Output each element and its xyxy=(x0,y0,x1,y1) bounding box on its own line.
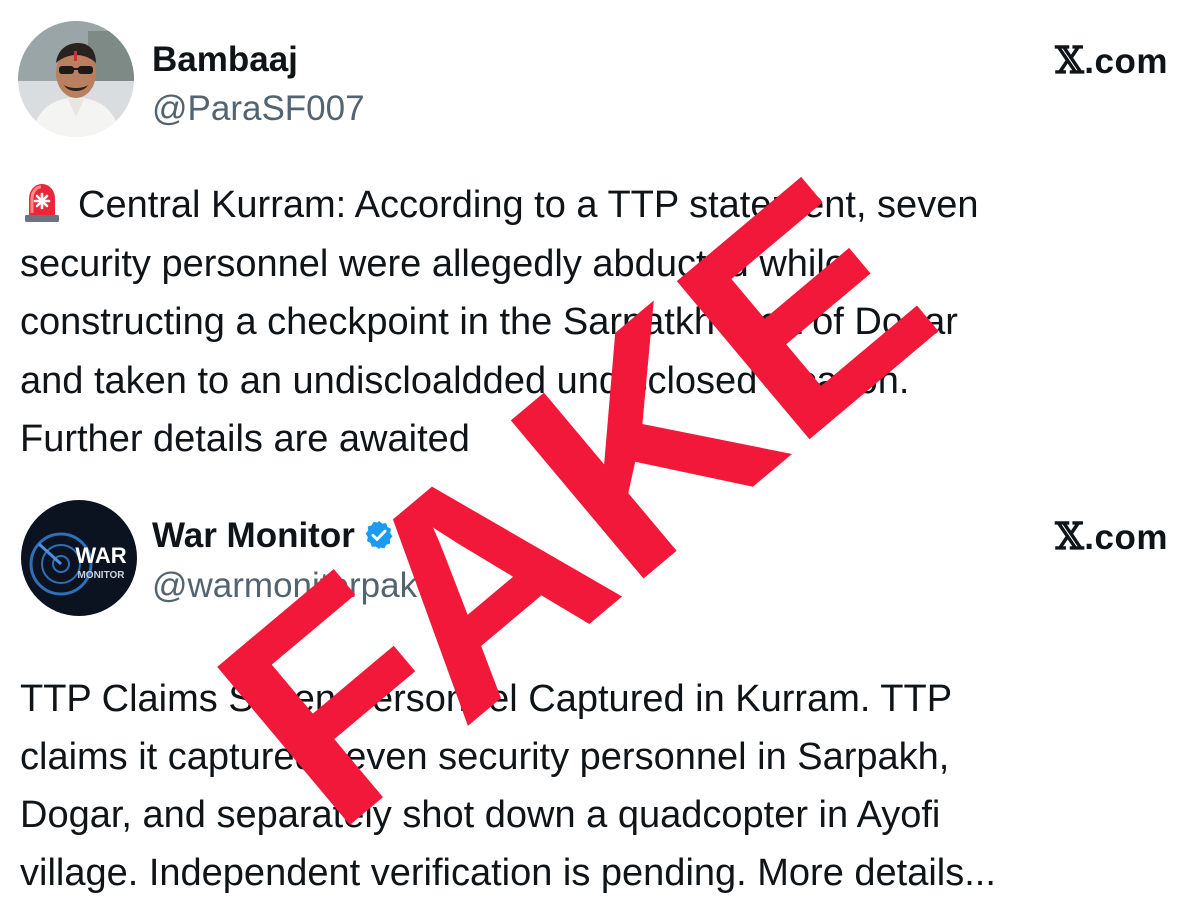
verified-badge-icon xyxy=(365,521,393,549)
siren-emoji-icon xyxy=(25,184,59,222)
tweet-text: Central Kurram: According to a TTP state… xyxy=(20,176,1190,469)
source-link[interactable]: 𝕏.com xyxy=(1055,516,1168,558)
tweet-text-line: Central Kurram: According to a TTP state… xyxy=(20,176,1190,235)
author-name-text: War Monitor xyxy=(152,516,355,555)
tweet-text-line: Dogar, and separately shot down a quadco… xyxy=(20,794,941,836)
x-logo-icon: 𝕏 xyxy=(1055,38,1085,82)
source-domain: .com xyxy=(1084,518,1168,557)
author-name[interactable]: War Monitor xyxy=(152,516,395,556)
profile-photo-icon xyxy=(18,21,134,137)
tweet-card-2[interactable]: WAR MONITOR War Monitor @warmonitorpak 𝕏… xyxy=(0,480,1200,921)
author-name-text: Bambaaj xyxy=(152,40,298,79)
source-link[interactable]: 𝕏.com xyxy=(1055,40,1168,82)
tweet-text-line: security personnel were allegedly abduct… xyxy=(20,242,846,285)
tweet-card-1[interactable]: Bambaaj @ParaSF007 𝕏.com Central Kurram:… xyxy=(0,0,1200,480)
war-monitor-logo-icon: WAR MONITOR xyxy=(21,500,137,616)
author-handle[interactable]: @warmonitorpak xyxy=(152,566,417,606)
author-handle[interactable]: @ParaSF007 xyxy=(152,89,365,129)
avatar[interactable]: WAR MONITOR xyxy=(21,500,137,616)
x-logo-icon: 𝕏 xyxy=(1055,514,1085,558)
tweet-text-line: and taken to an undiscloaldded undisclos… xyxy=(20,359,910,402)
tweet-text-line: constructing a checkpoint in the Sarpatk… xyxy=(20,301,958,343)
tweet-text: TTP Claims Seven Personnel Captured in K… xyxy=(20,670,1190,902)
tweet-text-line: claims it captured seven security person… xyxy=(20,736,950,778)
source-domain: .com xyxy=(1084,42,1168,81)
author-name[interactable]: Bambaaj xyxy=(152,40,298,80)
avatar[interactable] xyxy=(18,21,134,137)
tweet-text-line: Further details are awaited xyxy=(20,418,470,460)
logo-text-monitor: MONITOR xyxy=(77,570,125,581)
tweet-text-line: TTP Claims Seven Personnel Captured in K… xyxy=(20,678,953,720)
tweet-text-line: village. Independent verification is pen… xyxy=(20,852,996,894)
logo-text-war: WAR xyxy=(75,543,126,568)
